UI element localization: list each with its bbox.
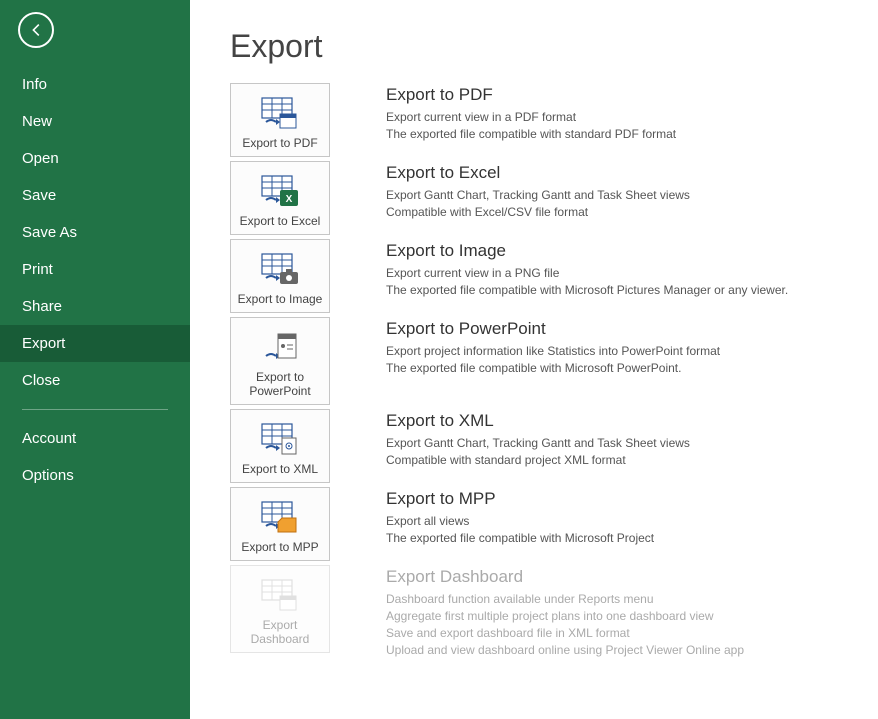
desc-line: Dashboard function available under Repor…: [386, 591, 744, 608]
export-desc-image: Export to Image Export current view in a …: [386, 239, 788, 299]
export-desc-mpp: Export to MPP Export all viewsThe exporte…: [386, 487, 654, 547]
desc-line: The exported file compatible with Micros…: [386, 282, 788, 299]
mpp-icon: [256, 496, 304, 536]
desc-line: The exported file compatible with standa…: [386, 126, 676, 143]
desc-line: Export Gantt Chart, Tracking Gantt and T…: [386, 187, 690, 204]
sidebar-item-print[interactable]: Print: [0, 251, 190, 288]
xml-icon: [256, 418, 304, 458]
desc-title: Export to Image: [386, 241, 788, 261]
tile-label: Export to PowerPoint: [235, 370, 325, 398]
desc-title: Export to Excel: [386, 163, 690, 183]
tile-label: Export to Excel: [235, 214, 325, 228]
back-arrow-icon: [27, 21, 45, 39]
ppt-icon: [256, 326, 304, 366]
dashboard-icon: [256, 574, 304, 614]
page-title: Export: [230, 28, 858, 65]
desc-title: Export to XML: [386, 411, 690, 431]
desc-line: Compatible with standard project XML for…: [386, 452, 690, 469]
desc-title: Export to PDF: [386, 85, 676, 105]
desc-line: Export Gantt Chart, Tracking Gantt and T…: [386, 435, 690, 452]
sidebar-item-account[interactable]: Account: [0, 420, 190, 457]
export-tile-excel[interactable]: X Export to Excel: [230, 161, 330, 235]
desc-title: Export Dashboard: [386, 567, 744, 587]
main-panel: Export Export to PDFExport to PDFExport …: [190, 0, 878, 719]
desc-line: Export current view in a PNG file: [386, 265, 788, 282]
tile-label: Export Dashboard: [235, 618, 325, 646]
export-row-ppt: Export to PowerPointExport to PowerPoint…: [230, 317, 858, 405]
desc-line: Upload and view dashboard online using P…: [386, 642, 744, 659]
sidebar-item-new[interactable]: New: [0, 103, 190, 140]
desc-line: Export all views: [386, 513, 654, 530]
sidebar-item-save[interactable]: Save: [0, 177, 190, 214]
sidebar-item-export[interactable]: Export: [0, 325, 190, 362]
export-desc-xml: Export to XML Export Gantt Chart, Trackin…: [386, 409, 690, 469]
sidebar-item-open[interactable]: Open: [0, 140, 190, 177]
backstage-sidebar: InfoNewOpenSaveSave AsPrintShareExportCl…: [0, 0, 190, 719]
export-row-dashboard: Export Dashboard Export Dashboard Dashboar…: [230, 565, 858, 659]
image-icon: [256, 248, 304, 288]
back-button[interactable]: [18, 12, 54, 48]
export-row-pdf: Export to PDF Export to PDF Export current…: [230, 83, 858, 157]
desc-line: Compatible with Excel/CSV file format: [386, 204, 690, 221]
export-row-mpp: Export to MPP Export to MPP Export all vie…: [230, 487, 858, 561]
desc-title: Export to PowerPoint: [386, 319, 720, 339]
export-tile-pdf[interactable]: Export to PDF: [230, 83, 330, 157]
desc-line: The exported file compatible with Micros…: [386, 360, 720, 377]
desc-line: Save and export dashboard file in XML fo…: [386, 625, 744, 642]
tile-label: Export to XML: [235, 462, 325, 476]
sidebar-item-close[interactable]: Close: [0, 362, 190, 399]
export-tile-ppt[interactable]: Export to PowerPoint: [230, 317, 330, 405]
svg-text:X: X: [286, 194, 293, 205]
export-desc-ppt: Export to PowerPoint Export project infor…: [386, 317, 720, 377]
export-tile-mpp[interactable]: Export to MPP: [230, 487, 330, 561]
export-desc-excel: Export to Excel Export Gantt Chart, Track…: [386, 161, 690, 221]
tile-label: Export to MPP: [235, 540, 325, 554]
sidebar-item-options[interactable]: Options: [0, 457, 190, 494]
export-tile-dashboard: Export Dashboard: [230, 565, 330, 653]
desc-line: Export current view in a PDF format: [386, 109, 676, 126]
export-tile-xml[interactable]: Export to XML: [230, 409, 330, 483]
export-row-image: Export to Image Export to Image Export cur…: [230, 239, 858, 313]
tile-label: Export to Image: [235, 292, 325, 306]
sidebar-item-share[interactable]: Share: [0, 288, 190, 325]
sidebar-item-save-as[interactable]: Save As: [0, 214, 190, 251]
excel-icon: X: [256, 170, 304, 210]
sidebar-divider: [22, 409, 168, 410]
export-desc-dashboard: Export Dashboard Dashboard function avail…: [386, 565, 744, 659]
sidebar-item-info[interactable]: Info: [0, 66, 190, 103]
export-desc-pdf: Export to PDF Export current view in a PD…: [386, 83, 676, 143]
pdf-icon: [256, 92, 304, 132]
export-row-xml: Export to XML Export to XML Export Gantt C…: [230, 409, 858, 483]
desc-line: Aggregate first multiple project plans i…: [386, 608, 744, 625]
desc-line: The exported file compatible with Micros…: [386, 530, 654, 547]
desc-title: Export to MPP: [386, 489, 654, 509]
tile-label: Export to PDF: [235, 136, 325, 150]
export-tile-image[interactable]: Export to Image: [230, 239, 330, 313]
export-row-excel: X Export to Excel Export to Excel Export Ga…: [230, 161, 858, 235]
desc-line: Export project information like Statisti…: [386, 343, 720, 360]
